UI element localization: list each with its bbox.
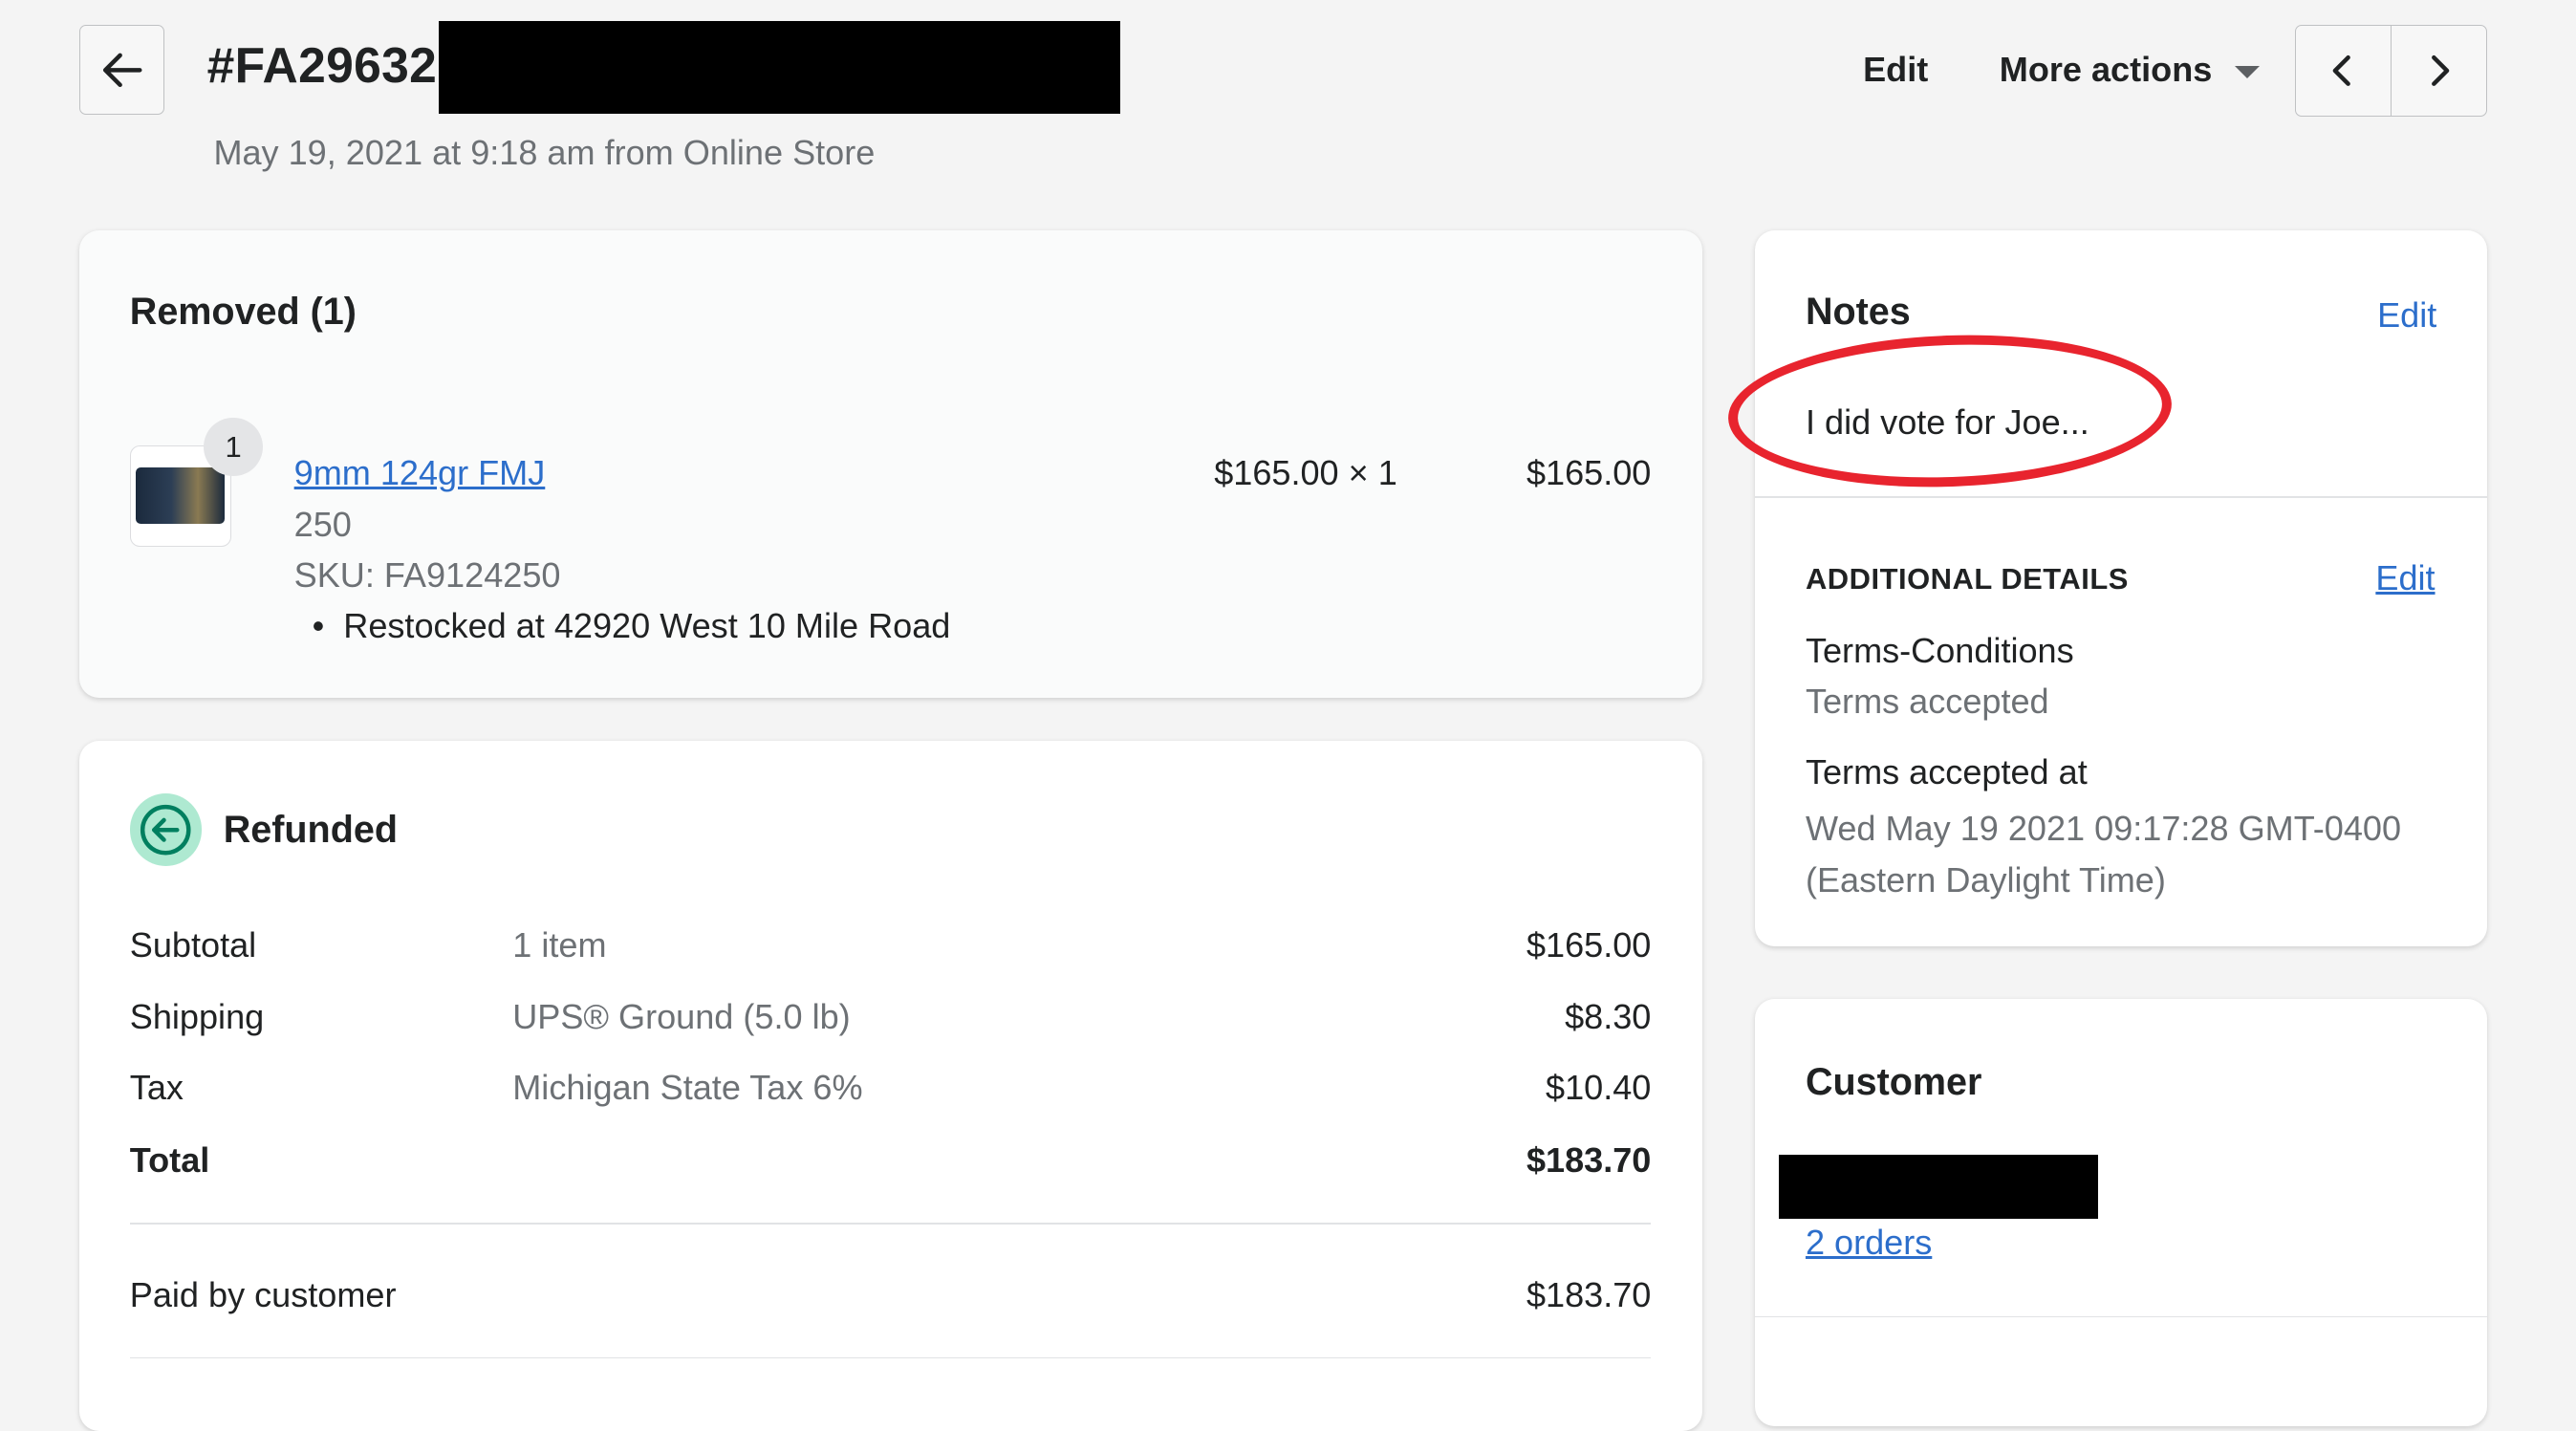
arrow-left-icon (102, 53, 142, 87)
subtotal-amount: $165.00 (1526, 924, 1652, 965)
edit-additional-details-link[interactable]: Edit (2375, 558, 2435, 598)
more-actions-label: More actions (1999, 49, 2213, 89)
divider (1754, 1315, 2488, 1318)
paid-by-customer-label: Paid by customer (129, 1274, 397, 1314)
tax-label: Tax (129, 1068, 184, 1108)
detail-value: Terms accepted (1805, 682, 2049, 722)
chevron-right-icon (2432, 54, 2450, 86)
tax-amount: $10.40 (1546, 1068, 1652, 1108)
redacted-block (438, 21, 1121, 114)
order-pager (2295, 24, 2488, 118)
notes-title: Notes (1805, 291, 1911, 334)
shipping-amount: $8.30 (1565, 997, 1652, 1037)
paid-by-customer-amount: $183.70 (1526, 1274, 1652, 1314)
product-link[interactable]: 9mm 124gr FMJ (294, 453, 546, 493)
tax-detail: Michigan State Tax 6% (512, 1068, 863, 1108)
edit-order-button[interactable]: Edit (1863, 50, 1928, 90)
back-button[interactable] (78, 24, 164, 116)
line-total: $165.00 (1526, 453, 1652, 493)
edit-notes-link[interactable]: Edit (2377, 295, 2436, 336)
additional-details-title: ADDITIONAL DETAILS (1805, 561, 2129, 596)
product-variant: 250 (293, 504, 352, 544)
divider (129, 1356, 1652, 1359)
divider (129, 1222, 1652, 1225)
restock-note: • Restocked at 42920 West 10 Mile Road (313, 606, 951, 646)
circle-arrow-left-icon (141, 804, 191, 856)
quantity-badge: 1 (204, 417, 263, 477)
caret-down-icon (2235, 65, 2261, 78)
shipping-label: Shipping (129, 997, 265, 1037)
divider (1754, 496, 2488, 498)
detail-value: Wed May 19 2021 09:17:28 GMT-0400 (Easte… (1805, 809, 2402, 900)
customer-orders-link[interactable]: 2 orders (1806, 1223, 1932, 1263)
customer-title: Customer (1805, 1061, 1982, 1104)
total-label: Total (129, 1139, 210, 1180)
detail-key: Terms-Conditions (1805, 631, 2074, 671)
chevron-left-icon (2332, 54, 2351, 86)
order-subtitle: May 19, 2021 at 9:18 am from Online Stor… (213, 133, 876, 173)
order-number: #FA29632 (206, 36, 438, 93)
refund-status-icon (129, 793, 203, 866)
previous-order-button[interactable] (2296, 26, 2391, 116)
unit-price-quantity: $165.00 × 1 (1214, 453, 1397, 493)
next-order-button[interactable] (2391, 25, 2486, 117)
product-sku: SKU: FA9124250 (293, 554, 561, 595)
restock-note-text: Restocked at 42920 West 10 Mile Road (343, 606, 951, 646)
shipping-detail: UPS® Ground (5.0 lb) (512, 997, 851, 1037)
redacted-customer-name (1779, 1155, 2098, 1220)
subtotal-detail: 1 item (512, 924, 607, 965)
total-amount: $183.70 (1526, 1139, 1652, 1180)
bullet-icon: • (312, 606, 325, 646)
subtotal-label: Subtotal (129, 924, 257, 965)
more-actions-button[interactable]: More actions (2000, 50, 2261, 90)
refunded-title: Refunded (223, 808, 398, 851)
detail-key: Terms accepted at (1805, 752, 2088, 792)
removed-title: Removed (1) (129, 291, 357, 334)
